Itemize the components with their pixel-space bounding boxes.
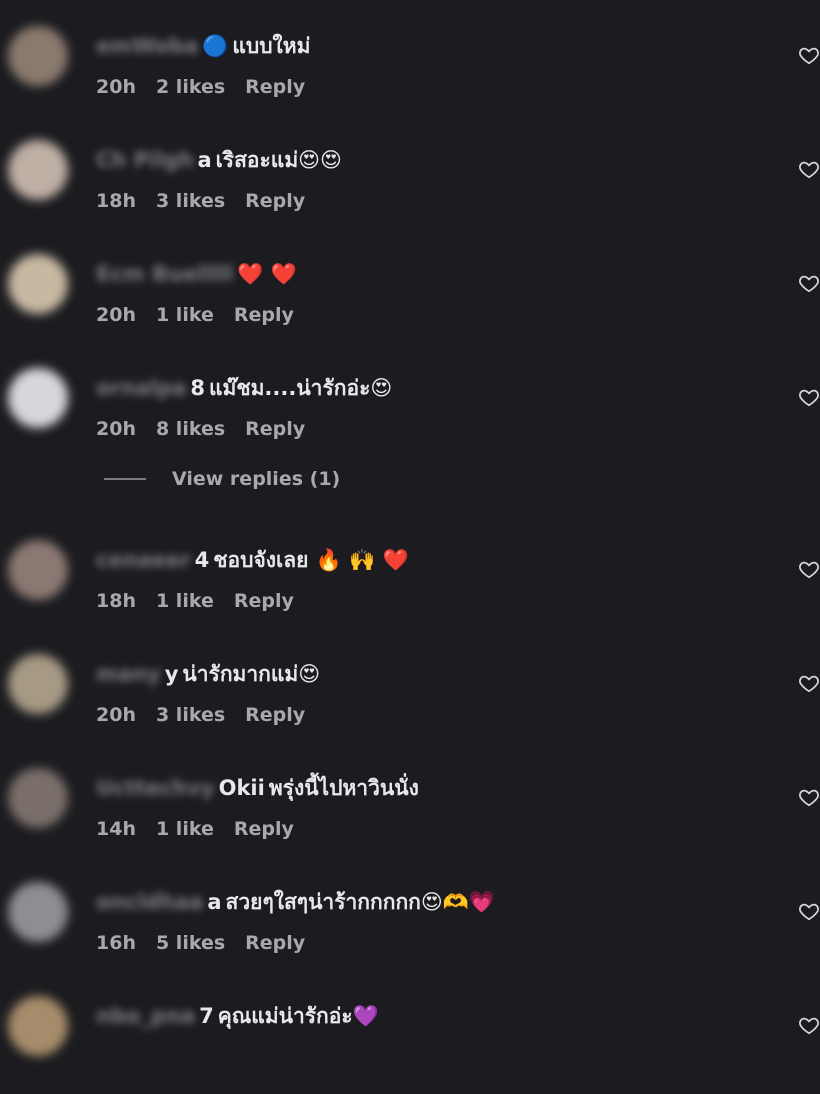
comment-time: 20h xyxy=(96,76,136,98)
comment-body: น่ารักมากแม่😍 xyxy=(182,662,321,686)
comment-row: Ecm Buelllll ❤️ ❤️ 20h 1 like Reply xyxy=(0,242,820,352)
comment-body: เริสอะแม่😍😍 xyxy=(215,148,342,172)
like-heart-icon[interactable] xyxy=(798,386,820,408)
reply-divider-line xyxy=(104,478,146,480)
comment-meta: 20h 3 likes Reply xyxy=(96,704,305,726)
comment-row: ornalpa 8 แม๊ชม....น่ารักอ่ะ😍 20h 8 likes Rep… xyxy=(0,356,820,466)
avatar[interactable] xyxy=(8,140,68,200)
username[interactable]: emWoba xyxy=(96,32,198,60)
username[interactable]: Ucttechvy xyxy=(96,774,215,802)
like-heart-icon[interactable] xyxy=(798,272,820,294)
avatar[interactable] xyxy=(8,882,68,942)
like-count[interactable]: 5 likes xyxy=(156,932,225,954)
avatar[interactable] xyxy=(8,540,68,600)
comment-time: 16h xyxy=(96,932,136,954)
comment-body: ❤️ ❤️ xyxy=(237,262,297,286)
avatar[interactable] xyxy=(8,654,68,714)
like-count[interactable]: 3 likes xyxy=(156,704,225,726)
username[interactable]: cenaeer xyxy=(96,546,191,574)
comment-row: cenaeer 4 ชอบจังเลย 🔥 🙌 ❤️ 18h 1 like Reply xyxy=(0,528,820,638)
comment-text: nbo_pna 7 คุณแม่น่ารักอ่ะ💜 xyxy=(96,1002,379,1030)
comment-text: ornalpa 8 แม๊ชม....น่ารักอ่ะ😍 xyxy=(96,374,392,402)
comment-meta: 18h 1 like Reply xyxy=(96,590,294,612)
like-count[interactable]: 1 like xyxy=(156,818,214,840)
username[interactable]: nbo_pna xyxy=(96,1002,195,1030)
like-count[interactable]: 1 like xyxy=(156,590,214,612)
comment-time: 14h xyxy=(96,818,136,840)
comment-row: Ucttechvy Okii พรุ่งนี้ไปหาวินนั่ง 14h 1 lik… xyxy=(0,756,820,866)
like-count[interactable]: 2 likes xyxy=(156,76,225,98)
reply-button[interactable]: Reply xyxy=(245,932,305,954)
comment-meta: 20h 1 like Reply xyxy=(96,304,294,326)
comment-time: 18h xyxy=(96,190,136,212)
comment-body: แบบใหม่ xyxy=(232,34,311,58)
username[interactable]: Ch Pilgh xyxy=(96,146,193,174)
like-heart-icon[interactable] xyxy=(798,158,820,180)
view-replies-button[interactable]: View replies (1) xyxy=(104,466,340,492)
comment-text: oncldhaa a สวยๆใสๆน่าร้ากกกกก😍🫶💗 xyxy=(96,888,495,916)
comment-row: many y น่ารักมากแม่😍 20h 3 likes Reply xyxy=(0,642,820,752)
comment-text: cenaeer 4 ชอบจังเลย 🔥 🙌 ❤️ xyxy=(96,546,409,574)
reply-button[interactable]: Reply xyxy=(245,190,305,212)
comment-time: 20h xyxy=(96,418,136,440)
comment-row: nbo_pna 7 คุณแม่น่ารักอ่ะ💜 xyxy=(0,984,820,1094)
avatar[interactable] xyxy=(8,254,68,314)
like-count[interactable]: 3 likes xyxy=(156,190,225,212)
reply-button[interactable]: Reply xyxy=(234,304,294,326)
comment-text: Ch Pilgh a เริสอะแม่😍😍 xyxy=(96,146,342,174)
username-tail[interactable]: a xyxy=(207,888,221,916)
reply-button[interactable]: Reply xyxy=(245,704,305,726)
like-heart-icon[interactable] xyxy=(798,900,820,922)
username-tail[interactable]: a xyxy=(197,146,211,174)
reply-button[interactable]: Reply xyxy=(245,76,305,98)
comment-text: Ucttechvy Okii พรุ่งนี้ไปหาวินนั่ง xyxy=(96,774,419,802)
comment-text: emWoba 🔵 แบบใหม่ xyxy=(96,32,310,60)
comment-row: emWoba 🔵 แบบใหม่ 20h 2 likes Reply xyxy=(0,14,820,124)
username-tail[interactable]: y xyxy=(165,660,179,688)
username-tail[interactable]: 7 xyxy=(199,1002,214,1030)
comment-body: สวยๆใสๆน่าร้ากกกกก😍🫶💗 xyxy=(225,890,496,914)
like-heart-icon[interactable] xyxy=(798,44,820,66)
like-heart-icon[interactable] xyxy=(798,672,820,694)
comment-meta: 16h 5 likes Reply xyxy=(96,932,305,954)
username-emoji: 🔵 xyxy=(202,34,229,58)
comment-body: ชอบจังเลย 🔥 🙌 ❤️ xyxy=(213,548,409,572)
comment-meta: 14h 1 like Reply xyxy=(96,818,294,840)
like-heart-icon[interactable] xyxy=(798,786,820,808)
comment-meta: 20h 8 likes Reply xyxy=(96,418,305,440)
like-count[interactable]: 8 likes xyxy=(156,418,225,440)
reply-button[interactable]: Reply xyxy=(245,418,305,440)
comment-text: Ecm Buelllll ❤️ ❤️ xyxy=(96,260,297,288)
username[interactable]: ornalpa xyxy=(96,374,186,402)
like-heart-icon[interactable] xyxy=(798,1014,820,1036)
avatar[interactable] xyxy=(8,996,68,1056)
avatar[interactable] xyxy=(8,368,68,428)
comment-time: 20h xyxy=(96,304,136,326)
comment-time: 20h xyxy=(96,704,136,726)
avatar[interactable] xyxy=(8,26,68,86)
reply-button[interactable]: Reply xyxy=(234,590,294,612)
comment-row: Ch Pilgh a เริสอะแม่😍😍 18h 3 likes Reply xyxy=(0,128,820,238)
username-tail[interactable]: 4 xyxy=(195,546,210,574)
comment-body: แม๊ชม....น่ารักอ่ะ😍 xyxy=(208,376,393,400)
view-replies-label: View replies (1) xyxy=(172,468,341,490)
comment-body: พรุ่งนี้ไปหาวินนั่ง xyxy=(268,776,419,800)
reply-button[interactable]: Reply xyxy=(234,818,294,840)
username[interactable]: oncldhaa xyxy=(96,888,203,916)
avatar[interactable] xyxy=(8,768,68,828)
comment-time: 18h xyxy=(96,590,136,612)
username[interactable]: many xyxy=(96,660,161,688)
comment-meta: 18h 3 likes Reply xyxy=(96,190,305,212)
comment-body: คุณแม่น่ารักอ่ะ💜 xyxy=(217,1004,379,1028)
username-tail[interactable]: 8 xyxy=(190,374,205,402)
comment-text: many y น่ารักมากแม่😍 xyxy=(96,660,320,688)
comment-meta: 20h 2 likes Reply xyxy=(96,76,305,98)
username[interactable]: Ecm Buelllll xyxy=(96,260,233,288)
like-heart-icon[interactable] xyxy=(798,558,820,580)
like-count[interactable]: 1 like xyxy=(156,304,214,326)
username-tail[interactable]: Okii xyxy=(219,774,265,802)
comment-row: oncldhaa a สวยๆใสๆน่าร้ากกกกก😍🫶💗 16h 5 likes… xyxy=(0,870,820,980)
